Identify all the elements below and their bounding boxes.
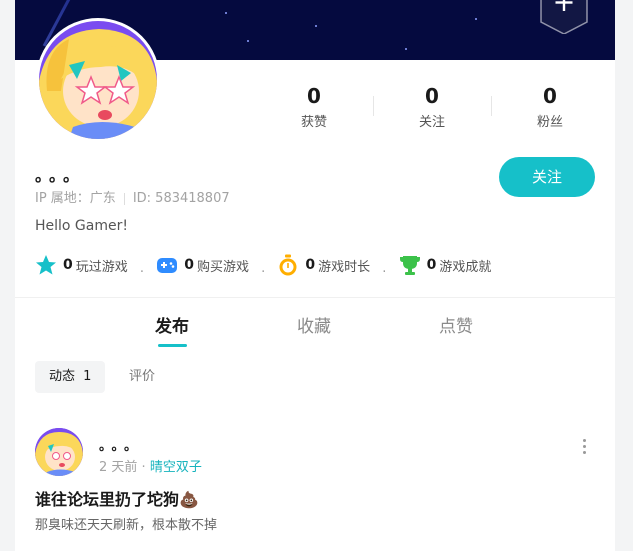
post-body[interactable]: 那臭味还天天刷新，根本散不掉 <box>35 514 217 533</box>
stat-likes[interactable]: 0 获赞 <box>255 84 373 130</box>
bio: Hello Gamer! <box>35 218 128 234</box>
game-stat-label: 玩过游戏 <box>75 259 128 275</box>
stat-label: 关注 <box>418 115 445 130</box>
follow-button[interactable]: 关注 <box>499 157 595 197</box>
game-stat-label: 游戏时长 <box>318 259 371 275</box>
tab-likes[interactable]: 点赞 <box>439 312 473 337</box>
game-stat-bought[interactable]: 0 购买游戏 <box>156 254 249 276</box>
stat-following[interactable]: 0 关注 <box>373 84 491 130</box>
subtab-moments[interactable]: 动态 1 <box>35 361 106 393</box>
active-tab-indicator <box>158 344 187 347</box>
game-stat-played[interactable]: 0 玩过游戏 <box>35 254 128 276</box>
post-meta: 2 天前 · 晴空双子 <box>99 456 202 475</box>
stat-value: 0 <box>543 84 557 108</box>
game-stat-time[interactable]: 0 游戏时长 <box>277 254 370 276</box>
ip-location: IP 属地：广东 <box>35 191 116 206</box>
trophy-icon <box>399 254 421 276</box>
separator-dot: · <box>261 265 266 280</box>
subtab-reviews[interactable]: 评价 <box>115 361 169 393</box>
game-stat-value: 0 <box>305 257 316 273</box>
stat-value: 0 <box>307 84 321 108</box>
nickname: 。。。 <box>35 166 86 185</box>
subtab-label: 动态 <box>49 369 76 384</box>
game-stat-label: 购买游戏 <box>196 259 249 275</box>
avatar[interactable] <box>36 18 160 142</box>
timer-icon <box>277 254 299 276</box>
post-title[interactable]: 谁往论坛里扔了坨狗💩 <box>35 486 199 510</box>
user-id: ID: 583418807 <box>132 191 230 206</box>
post-time: 2 天前 <box>99 460 138 475</box>
profile-card: 0 获赞 0 关注 0 粉丝 。。。 IP 属地：广东 ID: 583418807… <box>15 0 615 551</box>
post-game-link[interactable]: 晴空双子 <box>150 460 202 475</box>
content-section: 发布 收藏 点赞 动态 1 评价 。。。 2 天前 · 晴空双子 谁往论坛里扔了… <box>15 298 615 551</box>
star-icon <box>35 254 57 276</box>
separator-dot: · <box>139 265 145 280</box>
stat-label: 粉丝 <box>536 115 563 130</box>
profile-stats: 0 获赞 0 关注 0 粉丝 <box>255 84 612 132</box>
stat-label: 获赞 <box>300 115 327 130</box>
divider <box>123 192 125 205</box>
ip-id-line: IP 属地：广东 ID: 583418807 <box>35 187 230 206</box>
game-stats: 0 玩过游戏 · 0 购买游戏 · 0 游戏时长 · 0 游戏成就 <box>35 254 492 280</box>
gamepad-icon <box>156 254 178 276</box>
subtab-count: 1 <box>83 369 92 384</box>
plus-icon <box>540 0 588 34</box>
add-button[interactable] <box>539 0 589 34</box>
game-stat-value: 0 <box>426 257 437 273</box>
tab-posts[interactable]: 发布 <box>155 312 189 337</box>
game-stat-label: 游戏成就 <box>439 259 492 275</box>
tab-favorites[interactable]: 收藏 <box>297 312 331 337</box>
game-stat-value: 0 <box>184 257 194 273</box>
separator-dot: · <box>382 265 387 280</box>
post-author-avatar[interactable] <box>35 428 83 476</box>
game-stat-achievements[interactable]: 0 游戏成就 <box>399 254 492 276</box>
post-author-name[interactable]: 。。。 <box>99 435 143 454</box>
stat-followers[interactable]: 0 粉丝 <box>491 84 609 130</box>
more-options-icon[interactable] <box>583 439 589 457</box>
stat-value: 0 <box>425 84 439 108</box>
game-stat-value: 0 <box>63 257 73 273</box>
separator-dot: · <box>141 460 146 475</box>
